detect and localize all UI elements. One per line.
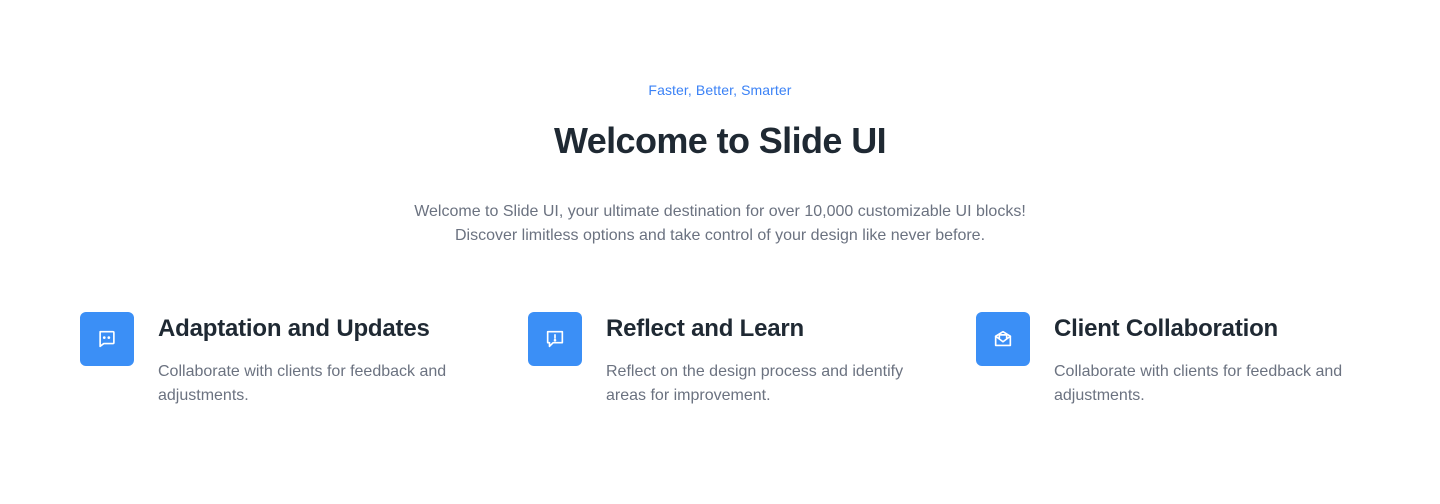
- page: Faster, Better, Smarter Welcome to Slide…: [0, 0, 1440, 504]
- message-alert-icon: [528, 312, 582, 366]
- features-section: Adaptation and Updates Collaborate with …: [80, 312, 1360, 422]
- feature-description: Collaborate with clients for feedback an…: [158, 363, 447, 404]
- feature-card-reflect: Reflect and Learn Reflect on the design …: [528, 312, 908, 422]
- feature-title: Reflect and Learn: [606, 315, 804, 342]
- mail-open-icon: [976, 312, 1030, 366]
- page-title: Welcome to Slide UI: [553, 120, 887, 161]
- message-square-dots-icon: [80, 312, 134, 366]
- hero-subtitle: Welcome to Slide UI, your ultimate desti…: [414, 203, 1026, 244]
- feature-description: Reflect on the design process and identi…: [606, 363, 904, 404]
- feature-card-client-collaboration: Client Collaboration Collaborate with cl…: [976, 312, 1356, 422]
- feature-title: Client Collaboration: [1054, 315, 1279, 342]
- feature-description: Collaborate with clients for feedback an…: [1054, 363, 1343, 404]
- feature-title: Adaptation and Updates: [158, 315, 430, 342]
- feature-card-adaptation: Adaptation and Updates Collaborate with …: [80, 312, 460, 422]
- hero-eyebrow: Faster, Better, Smarter: [648, 82, 792, 98]
